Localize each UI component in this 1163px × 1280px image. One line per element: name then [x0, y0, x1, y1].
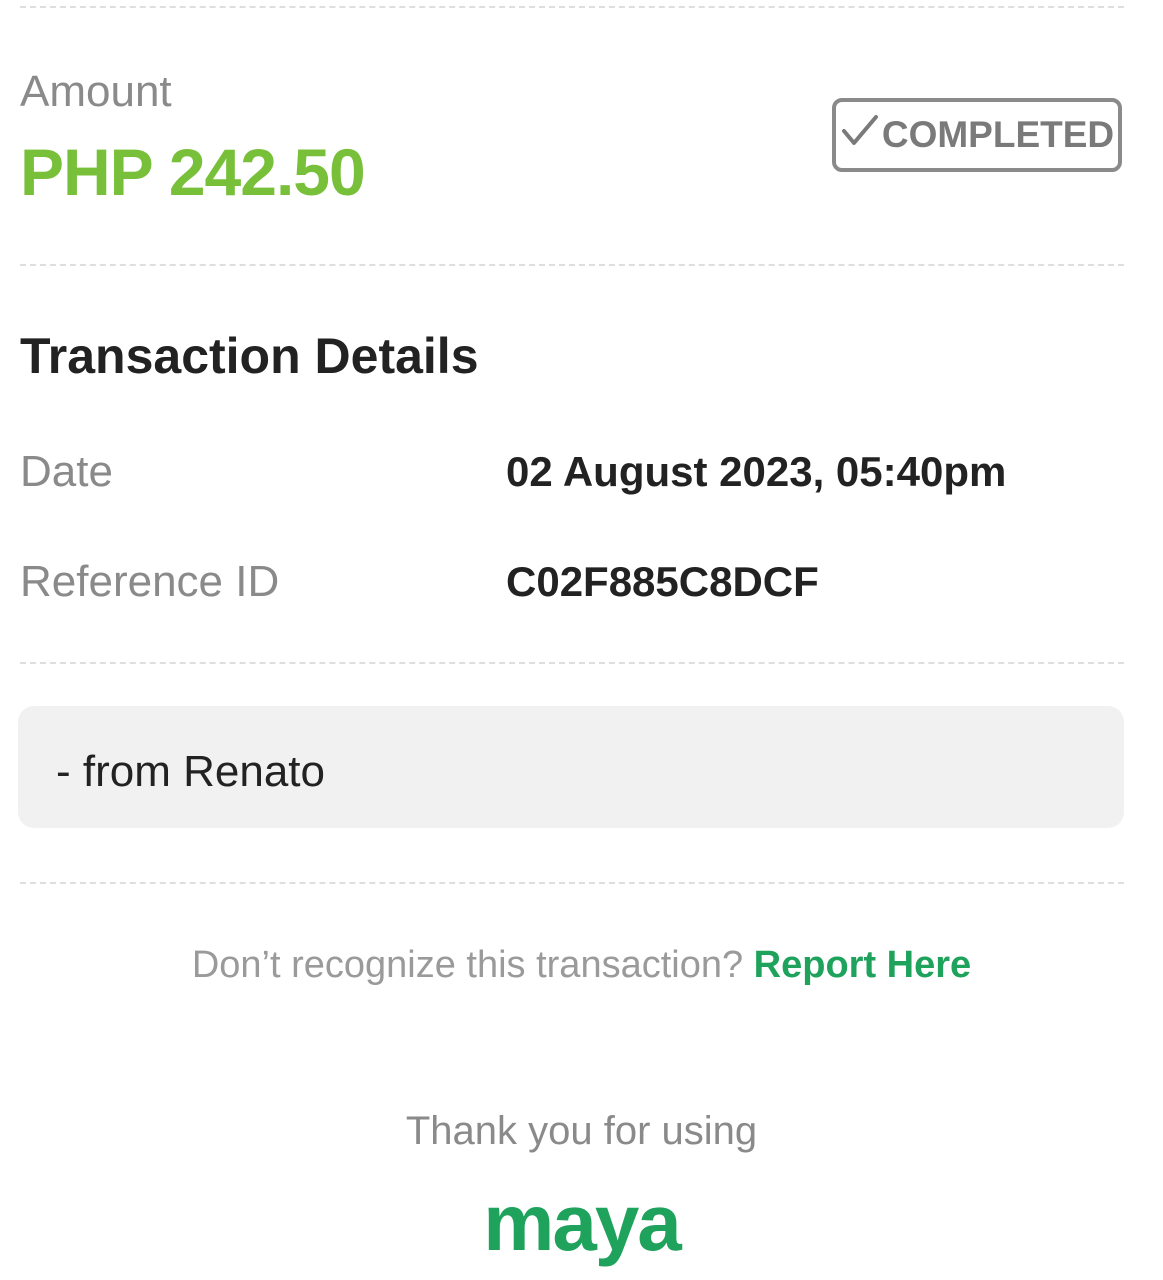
status-badge: COMPLETED: [832, 98, 1122, 172]
note-divider: [20, 882, 1124, 884]
section-title: Transaction Details: [20, 328, 479, 384]
reference-id-label: Reference ID: [20, 557, 280, 606]
message-note: - from Renato: [18, 706, 1124, 828]
amount-label: Amount: [20, 67, 172, 116]
date-label: Date: [20, 447, 113, 496]
top-divider: [20, 6, 1124, 8]
thank-you-text: Thank you for using: [405, 1109, 758, 1153]
reference-id-value: C02F885C8DCF: [506, 558, 819, 605]
amount-divider: [20, 264, 1124, 266]
report-here-link[interactable]: Report Here: [754, 944, 972, 986]
message-note-text: - from Renato: [56, 747, 325, 796]
report-prompt-line: Don’t recognize this transaction? Report…: [0, 940, 1163, 990]
date-value: 02 August 2023, 05:40pm: [506, 448, 1007, 495]
details-divider: [20, 662, 1124, 664]
amount-value: PHP 242.50: [20, 135, 366, 209]
checkmark-icon: [840, 113, 882, 158]
maya-logo: maya: [483, 1178, 682, 1267]
status-label: COMPLETED: [881, 114, 1115, 155]
report-prompt-text: Don’t recognize this transaction?: [191, 944, 754, 986]
